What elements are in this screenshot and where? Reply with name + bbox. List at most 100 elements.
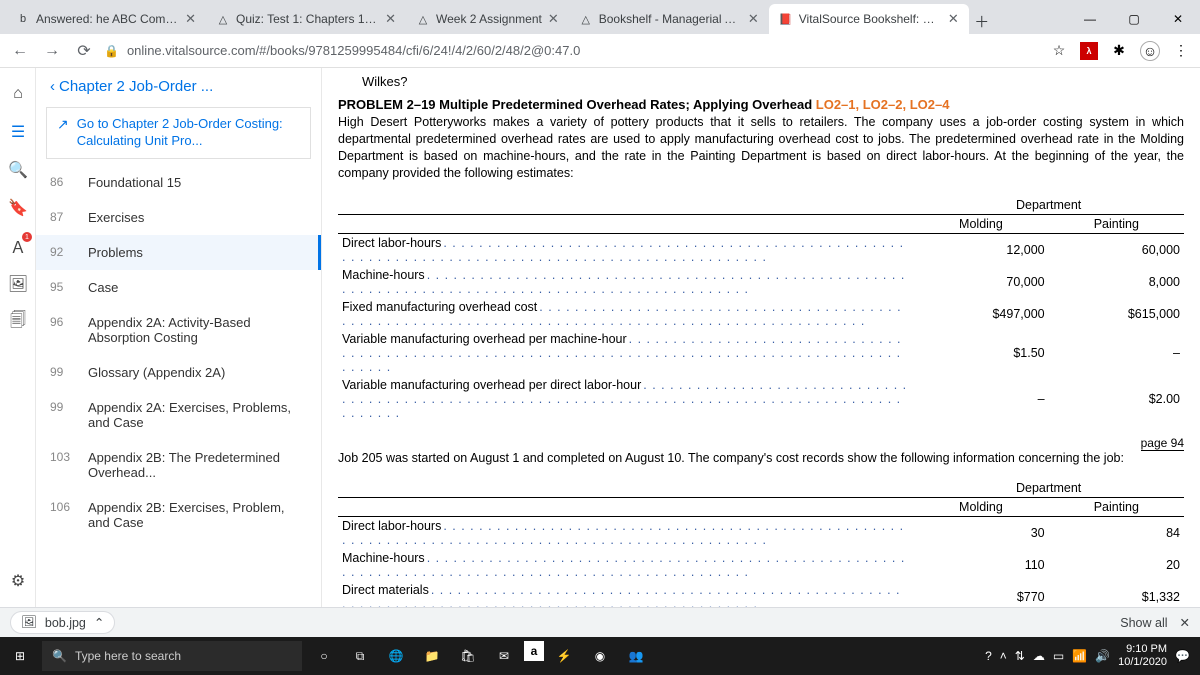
browser-tab[interactable]: △Week 2 Assignment✕ (406, 4, 569, 34)
flashcards-icon[interactable]: Ａ1 (0, 228, 36, 264)
painting-header-2: Painting (1049, 497, 1184, 516)
browser-tabstrip: bAnswered: he ABC Company is✕△Quiz: Test… (0, 0, 1200, 34)
edge-icon[interactable]: 🌐 (380, 641, 412, 671)
tab-title: Week 2 Assignment (436, 12, 542, 26)
goto-label: Go to Chapter 2 Job-Order Costing: Calcu… (77, 116, 300, 150)
chapter-back-link[interactable]: ‹ Chapter 2 Job-Order ... (50, 78, 307, 95)
star-icon[interactable]: ☆ (1048, 40, 1070, 62)
molding-value: 12,000 (913, 233, 1048, 266)
molding-value: $770 (913, 581, 1048, 608)
battery-icon[interactable]: ▭ (1053, 649, 1064, 663)
close-tab-icon[interactable]: ✕ (385, 11, 396, 27)
table-row: Direct labor-hours3084 (338, 516, 1184, 549)
windows-taskbar: ⊞ 🔍 Type here to search ○ ⧉ 🌐 📁 🛍 ✉ a ⚡ … (0, 637, 1200, 675)
toc-item[interactable]: 95Case (36, 270, 321, 305)
image-icon[interactable]: 🖼 (0, 266, 36, 302)
browser-tab[interactable]: △Quiz: Test 1: Chapters 1 & 2✕ (206, 4, 406, 34)
close-tab-icon[interactable]: ✕ (748, 11, 759, 27)
forward-button[interactable]: → (40, 39, 64, 63)
start-button[interactable]: ⊞ (0, 637, 40, 675)
new-tab-button[interactable]: ＋ (969, 8, 995, 34)
close-downloads-bar[interactable]: ✕ (1180, 615, 1190, 630)
table-row: Variable manufacturing overhead per mach… (338, 330, 1184, 376)
notifications-icon[interactable]: 💬 (1175, 649, 1190, 663)
row-label: Variable manufacturing overhead per dire… (338, 376, 913, 422)
wifi-icon[interactable]: 📶 (1072, 649, 1087, 663)
back-button[interactable]: ← (8, 39, 32, 63)
taskbar-apps: ○ ⧉ 🌐 📁 🛍 ✉ a ⚡ ◉ 👥 (308, 641, 652, 671)
molding-value: $497,000 (913, 298, 1048, 330)
app-icon[interactable]: ⚡ (548, 641, 580, 671)
image-file-icon: 🖼 (21, 615, 37, 630)
taskbar-search[interactable]: 🔍 Type here to search (42, 641, 302, 671)
reload-button[interactable]: ⟳ (72, 39, 96, 63)
tray-chevron-icon[interactable]: ˄ (1000, 649, 1007, 663)
minimize-button[interactable]: — (1068, 4, 1112, 34)
toc-item[interactable]: 96Appendix 2A: Activity-Based Absorption… (36, 305, 321, 355)
browser-tab[interactable]: △Bookshelf - Managerial Accoun✕ (569, 4, 769, 34)
mail-icon[interactable]: ✉ (488, 641, 520, 671)
problem-title: PROBLEM 2–19 Multiple Predetermined Over… (338, 97, 1184, 112)
toc-item[interactable]: 87Exercises (36, 200, 321, 235)
tab-title: Quiz: Test 1: Chapters 1 & 2 (236, 12, 379, 26)
toc-item[interactable]: 92Problems (36, 235, 321, 270)
toc-label: Appendix 2B: The Predetermined Overhead.… (88, 450, 307, 480)
browser-tab[interactable]: bAnswered: he ABC Company is✕ (6, 4, 206, 34)
molding-header-2: Molding (913, 497, 1048, 516)
toc-item[interactable]: 106Appendix 2B: Exercises, Problem, and … (36, 490, 321, 540)
molding-value: – (913, 376, 1048, 422)
chrome-icon[interactable]: ◉ (584, 641, 616, 671)
toc-label: Exercises (88, 210, 307, 225)
network-icon[interactable]: ⇅ (1015, 649, 1025, 663)
close-tab-icon[interactable]: ✕ (948, 11, 959, 27)
toc-label: Problems (88, 245, 307, 260)
painting-value: – (1049, 330, 1184, 376)
table-row: Machine-hours70,0008,000 (338, 266, 1184, 298)
taskview-icon[interactable]: ⧉ (344, 641, 376, 671)
url-field[interactable]: 🔒 online.vitalsource.com/#/books/9781259… (104, 43, 1040, 58)
toc-icon[interactable]: ☰ (0, 114, 36, 150)
pdf-icon[interactable]: λ (1080, 42, 1098, 60)
kebab-menu-icon[interactable]: ⋮ (1170, 40, 1192, 62)
settings-icon[interactable]: ⚙ (0, 563, 36, 599)
search-icon[interactable]: 🔍 (0, 152, 36, 188)
notes-icon[interactable]: 🗐 (0, 304, 36, 340)
bookmark-icon[interactable]: 🔖 (0, 190, 36, 226)
row-label: Direct labor-hours (338, 516, 913, 549)
downloads-bar: 🖼 bob.jpg ⌃ Show all ✕ (0, 607, 1200, 637)
goto-current-section[interactable]: ↗ Go to Chapter 2 Job-Order Costing: Cal… (46, 107, 311, 159)
clock[interactable]: 9:10 PM 10/1/2020 (1118, 643, 1167, 668)
store-icon[interactable]: 🛍 (452, 641, 484, 671)
help-icon[interactable]: ? (985, 649, 992, 663)
toc-item[interactable]: 99Appendix 2A: Exercises, Problems, and … (36, 390, 321, 440)
close-tab-icon[interactable]: ✕ (185, 11, 196, 27)
molding-value: 30 (913, 516, 1048, 549)
content-area: ⌂ ☰ 🔍 🔖 Ａ1 🖼 🗐 ⚙ ‹ Chapter 2 Job-Order .… (0, 68, 1200, 607)
home-icon[interactable]: ⌂ (0, 76, 36, 112)
table-row: Fixed manufacturing overhead cost$497,00… (338, 298, 1184, 330)
close-tab-icon[interactable]: ✕ (548, 11, 559, 27)
painting-header: Painting (1049, 214, 1184, 233)
toc-item[interactable]: 103Appendix 2B: The Predetermined Overhe… (36, 440, 321, 490)
explorer-icon[interactable]: 📁 (416, 641, 448, 671)
painting-value: $2.00 (1049, 376, 1184, 422)
row-label: Machine-hours (338, 549, 913, 581)
teams-icon[interactable]: 👥 (620, 641, 652, 671)
download-item[interactable]: 🖼 bob.jpg ⌃ (10, 611, 115, 634)
close-window-button[interactable]: ✕ (1156, 4, 1200, 34)
painting-value: 20 (1049, 549, 1184, 581)
profile-icon[interactable]: ☺ (1140, 41, 1160, 61)
goto-arrow-icon: ↗ (57, 116, 69, 133)
browser-tab[interactable]: 📕VitalSource Bookshelf: Manage✕ (769, 4, 969, 34)
molding-header: Molding (913, 214, 1048, 233)
toc-item[interactable]: 99Glossary (Appendix 2A) (36, 355, 321, 390)
row-label: Variable manufacturing overhead per mach… (338, 330, 913, 376)
volume-icon[interactable]: 🔊 (1095, 649, 1110, 663)
extension-icon[interactable]: ✱ (1108, 40, 1130, 62)
show-all-downloads[interactable]: Show all (1120, 616, 1167, 630)
amazon-icon[interactable]: a (524, 641, 544, 661)
toc-item[interactable]: 86Foundational 15 (36, 165, 321, 200)
maximize-button[interactable]: ▢ (1112, 4, 1156, 34)
cortana-icon[interactable]: ○ (308, 641, 340, 671)
onedrive-icon[interactable]: ☁ (1033, 649, 1045, 663)
